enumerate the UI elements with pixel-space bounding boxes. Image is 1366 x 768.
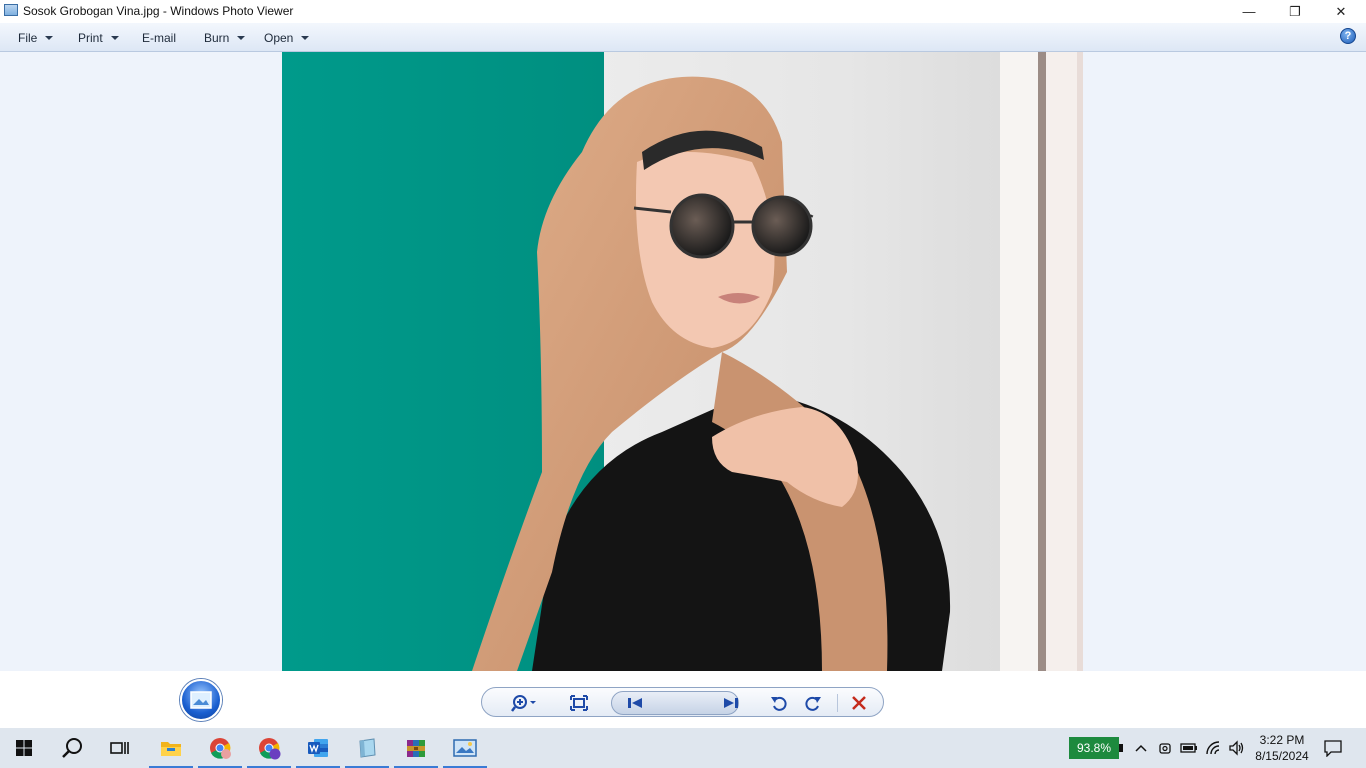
show-hidden-icons-button[interactable] <box>1132 738 1150 758</box>
menu-bar: File Print E-mail Burn Open ? <box>0 23 1366 52</box>
rotate-counterclockwise-button[interactable] <box>764 688 794 718</box>
network-button[interactable] <box>1205 738 1223 758</box>
battery-badge-tip <box>1119 744 1123 752</box>
menu-open-label: Open <box>264 30 294 45</box>
menu-open[interactable]: Open <box>264 29 310 46</box>
divider <box>837 694 838 712</box>
title-bar: Sosok Grobogan Vina.jpg - Windows Photo … <box>0 0 1366 23</box>
rotate-clockwise-button[interactable] <box>798 688 828 718</box>
taskbar-winrar[interactable] <box>392 728 440 768</box>
search-icon <box>62 738 82 758</box>
start-button[interactable] <box>0 728 48 768</box>
delete-button[interactable] <box>844 688 874 718</box>
image-viewer-area[interactable] <box>0 52 1366 671</box>
minimize-button[interactable]: — <box>1226 0 1272 23</box>
window-title: Sosok Grobogan Vina.jpg - Windows Photo … <box>23 4 294 18</box>
battery-percentage-badge[interactable]: 93.8% <box>1069 737 1119 759</box>
meet-now-button[interactable] <box>1156 738 1174 758</box>
menu-burn-label: Burn <box>204 30 230 45</box>
camera-icon <box>1159 743 1171 754</box>
taskbar-notepad[interactable] <box>343 728 391 768</box>
taskbar-chrome-profile[interactable] <box>245 728 293 768</box>
zoom-icon <box>511 695 536 712</box>
battery-tray-button[interactable] <box>1180 738 1198 758</box>
menu-print-label: Print <box>78 30 103 45</box>
taskbar-word[interactable] <box>294 728 342 768</box>
menu-file-label: File <box>18 30 38 45</box>
taskbar-file-explorer[interactable] <box>147 728 195 768</box>
photo-viewer-app-icon[interactable] <box>4 4 18 16</box>
zoom-button[interactable] <box>506 688 544 718</box>
help-icon: ? <box>1344 30 1352 42</box>
rotate-counterclockwise-icon <box>771 696 787 711</box>
battery-icon <box>1180 743 1197 753</box>
previous-button[interactable] <box>618 688 652 718</box>
rotate-clockwise-icon <box>805 696 821 711</box>
chevron-down-icon <box>301 35 310 40</box>
previous-icon <box>628 698 642 708</box>
close-icon: ✕ <box>1335 3 1347 19</box>
close-button[interactable]: ✕ <box>1318 0 1364 23</box>
viewer-controls <box>481 687 884 717</box>
slideshow-icon <box>190 691 212 709</box>
task-view-icon <box>110 742 129 754</box>
delete-icon <box>852 696 866 710</box>
clock-date: 8/15/2024 <box>1255 749 1309 763</box>
task-view-button[interactable] <box>96 728 144 768</box>
notifications-button[interactable] <box>1324 738 1342 758</box>
notepad-icon <box>359 738 376 758</box>
restore-button[interactable]: ❐ <box>1272 0 1318 23</box>
clock-time: 3:22 PM <box>1259 733 1305 747</box>
menu-email-label: E-mail <box>142 30 177 45</box>
minimize-icon: — <box>1242 4 1256 19</box>
menu-email[interactable]: E-mail <box>142 29 176 46</box>
chrome-icon <box>210 738 231 759</box>
volume-button[interactable] <box>1228 738 1246 758</box>
notification-icon <box>1324 740 1342 757</box>
slideshow-button[interactable] <box>180 679 222 721</box>
next-button[interactable] <box>714 688 748 718</box>
menu-print[interactable]: Print <box>78 29 119 46</box>
windows-start-icon <box>16 740 32 756</box>
displayed-photo <box>282 52 1083 671</box>
taskbar-photo-viewer[interactable] <box>441 728 489 768</box>
chevron-up-icon <box>1135 744 1147 752</box>
control-bar <box>0 671 1366 728</box>
chevron-down-icon <box>237 35 246 40</box>
fit-to-window-icon <box>570 695 588 711</box>
taskbar-chrome[interactable] <box>196 728 244 768</box>
speaker-icon <box>1229 740 1244 756</box>
photo-viewer-icon <box>453 739 477 757</box>
folder-icon <box>161 742 181 756</box>
menu-burn[interactable]: Burn <box>204 29 246 46</box>
restore-icon: ❐ <box>1289 3 1301 19</box>
wifi-icon <box>1206 741 1220 755</box>
help-button[interactable]: ? <box>1340 28 1356 44</box>
chevron-down-icon <box>45 35 54 40</box>
chevron-down-icon <box>110 35 119 40</box>
word-icon <box>308 739 328 757</box>
search-button[interactable] <box>48 728 96 768</box>
taskbar: 93.8% 3:22 PM 8/15/2024 <box>0 728 1366 768</box>
menu-file[interactable]: File <box>18 29 54 46</box>
chrome-profile-icon <box>259 738 281 760</box>
next-icon <box>724 698 738 708</box>
clock[interactable]: 3:22 PM 8/15/2024 <box>1250 732 1314 764</box>
winrar-icon <box>407 740 425 757</box>
fit-to-window-button[interactable] <box>564 688 594 718</box>
